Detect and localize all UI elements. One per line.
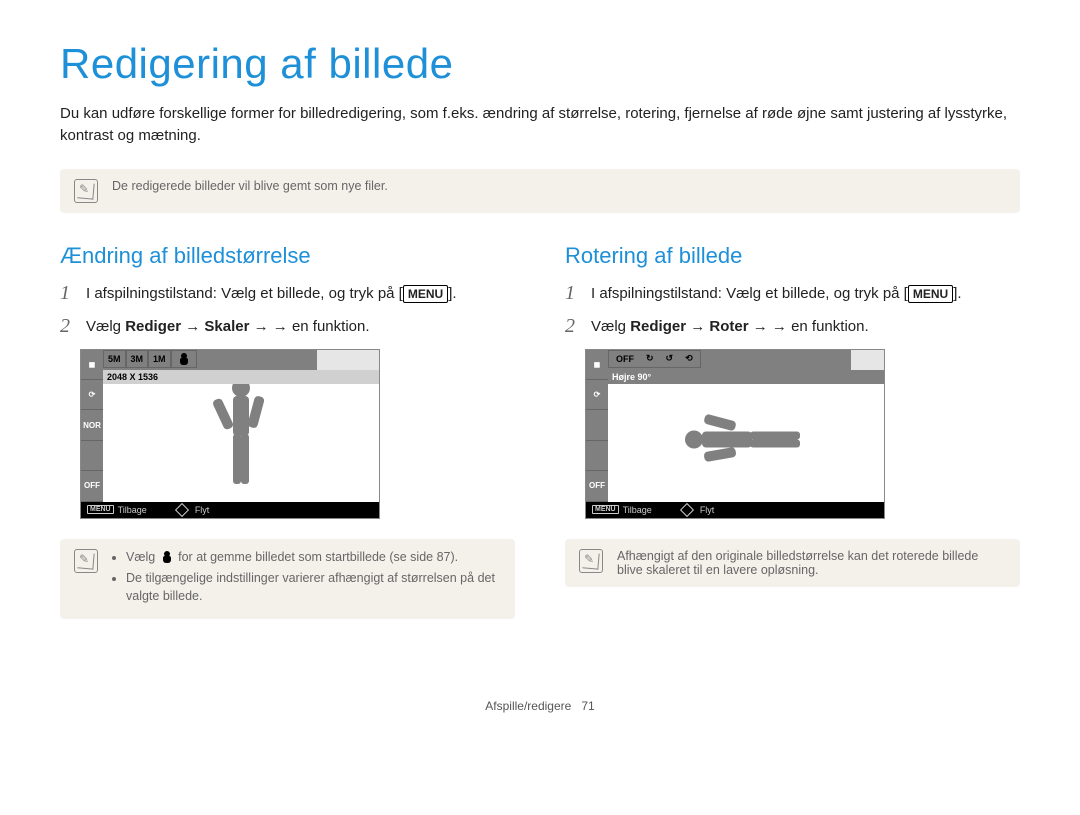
bottom-bar-move: Flyt — [682, 505, 715, 515]
camera-screen-rotate: ◼ ⟳ OFF OFF ↻ ↺ ⟲ — [585, 349, 885, 519]
left-slot: ⟳ — [81, 380, 103, 410]
note-box-top: De redigerede billeder vil blive gemt so… — [60, 169, 1020, 213]
screen-canvas — [103, 370, 379, 502]
step-text: Vælg Rediger → Roter → → en funktion. — [591, 316, 869, 337]
dpad-icon — [680, 502, 694, 516]
screen-readout: 2048 X 1536 — [103, 370, 379, 384]
bottom-bar-back: MENU Tilbage — [592, 505, 652, 515]
rotate-right-icon: ↻ — [643, 352, 657, 365]
step-number: 1 — [565, 283, 581, 303]
note-icon — [579, 549, 603, 573]
step-number: 2 — [565, 316, 581, 336]
silhouette-standing — [206, 376, 276, 496]
rotate-180-icon: ⟲ — [682, 352, 696, 365]
subheading-resize: Ændring af billedstørrelse — [60, 243, 515, 269]
menu-button-label: MENU — [403, 285, 448, 303]
screen-left-icons: ◼ ⟳ NOR OFF — [81, 350, 103, 502]
two-columns: Ændring af billedstørrelse 1 I afspilnin… — [60, 243, 1020, 620]
note-icon — [74, 179, 98, 203]
size-tab — [171, 350, 197, 368]
dpad-icon — [175, 502, 189, 516]
size-tab: 1M — [148, 350, 171, 368]
screen-bottom-bar: MENU Tilbage Flyt — [81, 502, 379, 518]
note-icon — [74, 549, 98, 573]
step-text: I afspilningstilstand: Vælg et billede, … — [86, 283, 457, 304]
left-slot: ⟳ — [586, 380, 608, 410]
step-number: 1 — [60, 283, 76, 303]
footer-section: Afspille/redigere — [485, 699, 571, 713]
size-tab: 3M — [126, 350, 149, 368]
person-icon — [161, 551, 173, 563]
step-1-resize: 1 I afspilningstilstand: Vælg et billede… — [60, 283, 515, 304]
left-slot: OFF — [586, 471, 608, 501]
menu-icon: MENU — [87, 505, 114, 514]
bottom-bar-back: MENU Tilbage — [87, 505, 147, 515]
menu-icon: MENU — [592, 505, 619, 514]
step-text: Vælg Rediger → Skaler → → en funktion. — [86, 316, 370, 337]
footer-page-number: 71 — [581, 699, 594, 713]
note-bullets: Vælg for at gemme billedet som startbill… — [112, 549, 501, 610]
screen-bottom-bar: MENU Tilbage Flyt — [586, 502, 884, 518]
silhouette-lying — [676, 410, 816, 475]
step-number: 2 — [60, 316, 76, 336]
left-slot — [586, 410, 608, 440]
step-text: I afspilningstilstand: Vælg et billede, … — [591, 283, 962, 304]
screen-top-tabs: 5M 3M 1M — [103, 350, 317, 370]
intro-paragraph: Du kan udføre forskellige former for bil… — [60, 103, 1020, 147]
person-icon — [178, 353, 190, 365]
note-text: Afhængigt af den originale billedstørrel… — [617, 549, 1006, 577]
left-slot: OFF — [81, 471, 103, 501]
note-bullet: Vælg for at gemme billedet som startbill… — [126, 549, 501, 567]
page-footer: Afspille/redigere 71 — [60, 699, 1020, 713]
column-resize: Ændring af billedstørrelse 1 I afspilnin… — [60, 243, 515, 620]
rotate-off-icon: OFF — [613, 353, 637, 365]
manual-page: Redigering af billede Du kan udføre fors… — [0, 0, 1080, 743]
left-slot — [586, 441, 608, 471]
bottom-bar-move: Flyt — [177, 505, 210, 515]
screen-readout: Højre 90° — [608, 370, 884, 384]
note-box-right: Afhængigt af den originale billedstørrel… — [565, 539, 1020, 587]
left-slot: ◼ — [586, 350, 608, 380]
menu-button-label: MENU — [908, 285, 953, 303]
note-box-left: Vælg for at gemme billedet som startbill… — [60, 539, 515, 620]
screen-left-icons: ◼ ⟳ OFF — [586, 350, 608, 502]
step-1-rotate: 1 I afspilningstilstand: Vælg et billede… — [565, 283, 1020, 304]
left-slot: NOR — [81, 410, 103, 440]
screen-top-tabs: OFF ↻ ↺ ⟲ — [608, 350, 851, 370]
note-text: De redigerede billeder vil blive gemt so… — [112, 179, 388, 193]
page-title: Redigering af billede — [60, 40, 1020, 88]
note-bullet: De tilgængelige indstillinger varierer a… — [126, 570, 501, 605]
rotate-icons-row: OFF ↻ ↺ ⟲ — [608, 350, 701, 368]
rotate-left-icon: ↺ — [663, 352, 677, 365]
column-rotate: Rotering af billede 1 I afspilningstilst… — [565, 243, 1020, 620]
size-tab: 5M — [103, 350, 126, 368]
left-slot — [81, 441, 103, 471]
step-2-rotate: 2 Vælg Rediger → Roter → → en funktion. — [565, 316, 1020, 337]
left-slot: ◼ — [81, 350, 103, 380]
step-2-resize: 2 Vælg Rediger → Skaler → → en funktion. — [60, 316, 515, 337]
screen-canvas — [608, 370, 884, 502]
subheading-rotate: Rotering af billede — [565, 243, 1020, 269]
camera-screen-resize: ◼ ⟳ NOR OFF 5M 3M 1M — [80, 349, 380, 519]
